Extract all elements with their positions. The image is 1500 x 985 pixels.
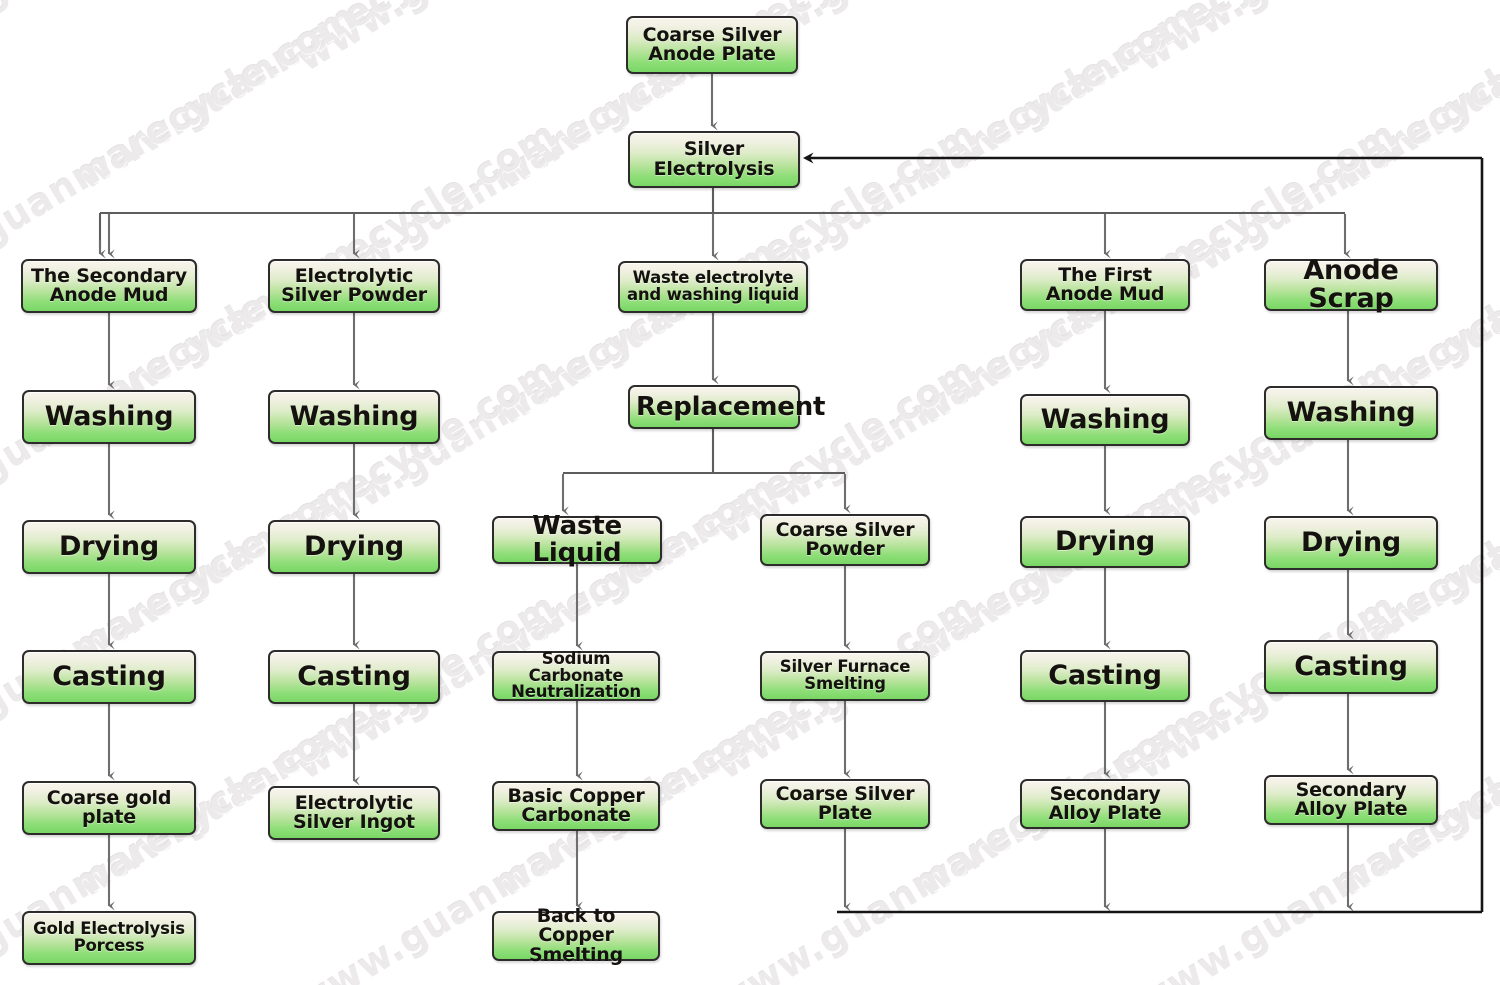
node-secondary_casting[interactable]: Casting [22, 650, 196, 704]
node-label: Electrolytic Silver Powder [281, 264, 427, 306]
node-secondary_washing[interactable]: Washing [22, 390, 196, 444]
node-label: Sodium Carbonate Neutralization [511, 648, 641, 702]
node-electrolytic_silver_ingot[interactable]: Electrolytic Silver Ingot [268, 786, 440, 840]
node-waste_liquid[interactable]: Waste Liquid [492, 511, 662, 568]
node-waste_electrolyte[interactable]: Waste electrolyte and washing liquid [618, 261, 808, 313]
node-coarse_gold_plate[interactable]: Coarse gold plate [22, 781, 196, 835]
node-coarse_silver_powder[interactable]: Coarse Silver Powder [760, 514, 930, 566]
node-electrolytic_silver_powder[interactable]: Electrolytic Silver Powder [268, 259, 440, 313]
node-label: Casting [52, 661, 166, 693]
node-label: Secondary Alloy Plate [1294, 778, 1408, 820]
node-label: Washing [1286, 397, 1416, 429]
node-silver_electrolysis[interactable]: Silver Electrolysis [628, 131, 800, 188]
node-scrap_secondary_alloy_plate[interactable]: Secondary Alloy Plate [1264, 775, 1438, 825]
node-silver_furnace_smelting[interactable]: Silver Furnace Smelting [760, 651, 930, 701]
node-label: Silver Electrolysis [653, 138, 775, 180]
node-label: Basic Copper Carbonate [507, 784, 645, 826]
node-back_to_copper_smelting[interactable]: Back to Copper Smelting [492, 906, 660, 965]
node-layer: Coarse Silver Anode Plate Silver Electrolys… [0, 0, 1500, 985]
node-first_secondary_alloy_plate[interactable]: Secondary Alloy Plate [1020, 779, 1190, 829]
node-label: Coarse Silver Powder [775, 518, 915, 560]
node-ep_drying[interactable]: Drying [268, 520, 440, 574]
node-scrap_casting[interactable]: Casting [1264, 640, 1438, 694]
node-label: Secondary Alloy Plate [1048, 782, 1162, 824]
node-first_casting[interactable]: Casting [1020, 650, 1190, 702]
node-label: Casting [297, 661, 411, 693]
node-label: Replacement [636, 391, 826, 422]
node-replacement[interactable]: Replacement [628, 385, 826, 429]
node-label: Washing [1040, 404, 1170, 436]
node-label: Waste electrolyte and washing liquid [626, 268, 800, 304]
node-label: Washing [289, 401, 419, 433]
node-first_drying[interactable]: Drying [1020, 516, 1190, 568]
node-label: The Secondary Anode Mud [31, 264, 187, 306]
node-label: Coarse Silver Anode Plate [642, 23, 782, 65]
node-label: Silver Furnace Smelting [779, 657, 911, 693]
node-label: Washing [44, 401, 174, 433]
node-label: Coarse Silver Plate [775, 782, 915, 824]
node-sodium_carbonate_neutralization[interactable]: Sodium Carbonate Neutralization [492, 648, 660, 702]
node-the_first_anode_mud[interactable]: The First Anode Mud [1020, 259, 1190, 311]
node-label: Drying [59, 531, 159, 563]
node-the_secondary_anode_mud[interactable]: The Secondary Anode Mud [21, 259, 197, 313]
node-label: Drying [304, 531, 404, 563]
node-label: The First Anode Mud [1045, 263, 1165, 305]
node-label: Casting [1294, 651, 1408, 683]
node-basic_copper_carbonate[interactable]: Basic Copper Carbonate [492, 781, 660, 831]
node-label: Drying [1055, 526, 1155, 558]
node-coarse_silver_plate[interactable]: Coarse Silver Plate [760, 779, 930, 829]
node-gold_electrolysis_porcess[interactable]: Gold Electrolysis Porcess [22, 911, 196, 965]
node-label: Coarse gold plate [46, 786, 172, 828]
node-label: Drying [1301, 527, 1401, 559]
node-ep_casting[interactable]: Casting [268, 650, 440, 704]
node-secondary_drying[interactable]: Drying [22, 520, 196, 574]
node-label: Electrolytic Silver Ingot [293, 791, 415, 833]
node-first_washing[interactable]: Washing [1020, 394, 1190, 446]
node-label: Waste Liquid [532, 511, 622, 568]
node-scrap_washing[interactable]: Washing [1264, 386, 1438, 440]
node-anode_scrap[interactable]: Anode Scrap [1264, 255, 1438, 314]
node-coarse_silver_anode_plate[interactable]: Coarse Silver Anode Plate [626, 16, 798, 74]
flowchart-canvas: www.guanmarecycle.com www.guanmarecycle.c… [0, 0, 1500, 985]
node-label: Back to Copper Smelting [528, 904, 623, 966]
node-label: Anode Scrap [1303, 255, 1399, 314]
node-label: Casting [1048, 660, 1162, 692]
node-scrap_drying[interactable]: Drying [1264, 516, 1438, 570]
node-ep_washing[interactable]: Washing [268, 390, 440, 444]
node-label: Gold Electrolysis Porcess [33, 919, 185, 955]
